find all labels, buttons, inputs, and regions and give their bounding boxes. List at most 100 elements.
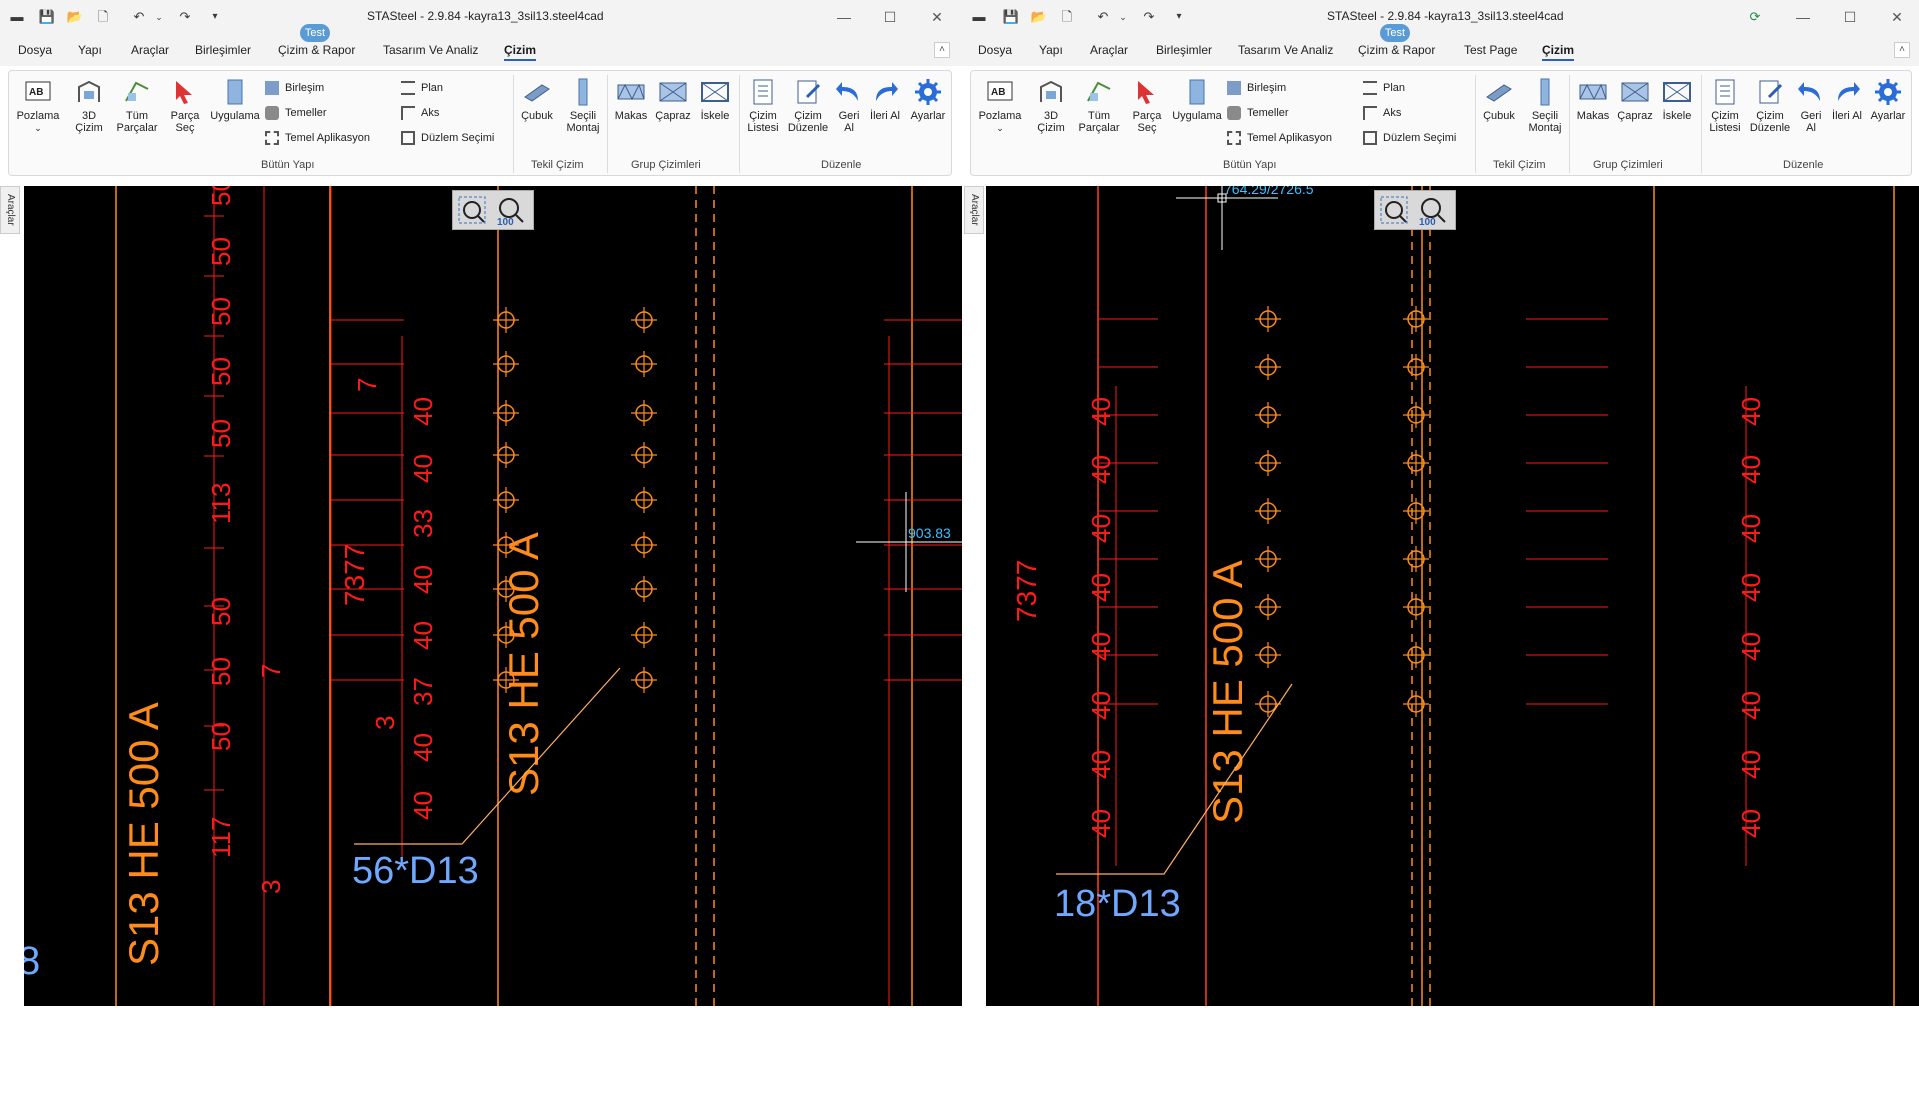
minimize-button[interactable]: —	[1792, 6, 1814, 28]
menu-araclar[interactable]: Araçlar	[131, 43, 169, 57]
plan-button[interactable]: Plan	[401, 81, 443, 95]
cubuk-button[interactable]: Çubuk	[1479, 77, 1519, 122]
close-button[interactable]: ✕	[1886, 6, 1908, 28]
ribbon-collapse-button[interactable]: ˄	[934, 42, 950, 58]
ileri-al-button[interactable]: İleri Al	[869, 77, 901, 122]
pozlama-button[interactable]: AB Pozlama ⌄	[973, 77, 1027, 134]
new-file-icon[interactable]: 🗋	[94, 8, 112, 26]
redo-icon[interactable]: ↷	[176, 8, 194, 26]
zoom-100-icon[interactable]	[499, 198, 519, 218]
menu-cizim[interactable]: Çizim	[1542, 43, 1575, 61]
3d-cizim-button[interactable]: 3D Çizim	[1031, 77, 1071, 134]
secili-montaj-button[interactable]: Seçili Montaj	[1523, 77, 1567, 134]
menu-cizim-rapor[interactable]: Çizim & Rapor	[1358, 43, 1435, 57]
ayarlar-button[interactable]: Ayarlar	[1867, 77, 1909, 122]
maximize-button[interactable]: ☐	[1839, 6, 1861, 28]
menu-tasarim-analiz[interactable]: Tasarım Ve Analiz	[1238, 43, 1333, 57]
group-label-butun-yapi: Bütün Yapı	[261, 159, 315, 171]
menu-tasarim-analiz[interactable]: Tasarım Ve Analiz	[383, 43, 478, 57]
menu-cizim-rapor[interactable]: Çizim & Rapor	[278, 43, 355, 57]
left-window: ▬ 💾 📂 🗋 ↶ ⌄ ↷ ▾ STASteel - 2.9.84 -kayra…	[0, 0, 962, 1006]
cubuk-button[interactable]: Çubuk	[517, 77, 557, 122]
menu-birlesimler[interactable]: Birleşimler	[195, 43, 251, 57]
redo-icon[interactable]: ↷	[1140, 8, 1158, 26]
customize-icon[interactable]: ▾	[206, 8, 224, 26]
geri-al-button[interactable]: Geri Al	[833, 77, 865, 134]
pozlama-button[interactable]: AB Pozlama ⌄	[11, 77, 65, 134]
dim-text: 50	[206, 357, 236, 386]
temel-aplikasyon-button[interactable]: Temel Aplikasyon	[1227, 131, 1332, 145]
3d-cizim-button[interactable]: 3D Çizim	[69, 77, 109, 134]
ribbon-collapse-button[interactable]: ˄	[1894, 42, 1910, 58]
birlesim-button[interactable]: Birleşim	[265, 81, 324, 95]
secili-montaj-button[interactable]: Seçili Montaj	[561, 77, 605, 134]
dim-text: 50	[206, 297, 236, 326]
uygulama-button[interactable]: Uygulama	[1169, 77, 1225, 122]
menu-bar: Dosya Yapı Araçlar Birleşimler Tasarım V…	[962, 34, 1919, 66]
open-folder-icon[interactable]: 📂	[66, 8, 84, 26]
geri-al-button[interactable]: Geri Al	[1795, 77, 1827, 134]
tools-side-tab[interactable]: Araçlar	[964, 186, 984, 234]
select-part-icon	[1138, 81, 1154, 104]
cizim-listesi-button[interactable]: Çizim Listesi	[1705, 77, 1745, 134]
drawing-canvas[interactable]: 50 50 50 50 50 113 50 50 50 117 7377 7 7…	[24, 186, 962, 1006]
cizim-listesi-button[interactable]: Çizim Listesi	[743, 77, 783, 134]
new-file-icon[interactable]: 🗋	[1058, 8, 1076, 26]
minimize-button[interactable]: —	[833, 6, 855, 28]
tum-parcalar-button[interactable]: Tüm Parçalar	[113, 77, 161, 134]
cizim-duzenle-button[interactable]: Çizim Düzenle	[785, 77, 831, 134]
capraz-button[interactable]: Çapraz	[653, 77, 693, 122]
app-menu-icon[interactable]: ▬	[970, 8, 988, 26]
dim-text: 40	[408, 397, 438, 426]
menu-dosya[interactable]: Dosya	[978, 43, 1012, 57]
capraz-button[interactable]: Çapraz	[1615, 77, 1655, 122]
customize-icon[interactable]: ▾	[1170, 8, 1188, 26]
gear-icon	[915, 79, 941, 105]
aks-button[interactable]: Aks	[1363, 106, 1401, 120]
menu-dosya[interactable]: Dosya	[18, 43, 52, 57]
zoom-window-icon[interactable]	[463, 201, 481, 219]
makas-button[interactable]: Makas	[1573, 77, 1613, 122]
undo-icon[interactable]: ↶	[1094, 8, 1112, 26]
maximize-button[interactable]: ☐	[879, 6, 901, 28]
uygulama-button[interactable]: Uygulama	[207, 77, 263, 122]
birlesim-button[interactable]: Birleşim	[1227, 81, 1286, 95]
makas-button[interactable]: Makas	[611, 77, 651, 122]
menu-yapi[interactable]: Yapı	[1039, 43, 1063, 57]
iskele-button[interactable]: İskele	[1657, 77, 1697, 122]
iskele-button[interactable]: İskele	[695, 77, 735, 122]
tools-side-tab[interactable]: Araçlar	[0, 186, 20, 234]
duzlem-secimi-button[interactable]: Düzlem Seçimi	[401, 131, 494, 145]
menu-cizim[interactable]: Çizim	[504, 43, 537, 61]
ileri-al-button[interactable]: İleri Al	[1831, 77, 1863, 122]
undo-dropdown-icon[interactable]: ⌄	[150, 8, 168, 26]
temeller-button[interactable]: Temeller	[265, 106, 327, 120]
drawing-canvas[interactable]: 40 40 40 40 40 40 40 40 40 40 40 40 40 4…	[986, 186, 1919, 1006]
close-button[interactable]: ✕	[926, 6, 948, 28]
menu-araclar[interactable]: Araçlar	[1090, 43, 1128, 57]
undo-dropdown-icon[interactable]: ⌄	[1114, 8, 1132, 26]
save-icon[interactable]: 💾	[1002, 8, 1020, 26]
save-icon[interactable]: 💾	[38, 8, 56, 26]
ayarlar-button[interactable]: Ayarlar	[907, 77, 949, 122]
sync-icon[interactable]: ⟳	[1746, 8, 1764, 26]
menu-test-page[interactable]: Test Page	[1464, 43, 1517, 57]
bracing-icon	[659, 82, 687, 102]
tum-parcalar-button[interactable]: Tüm Parçalar	[1075, 77, 1123, 134]
undo-icon[interactable]: ↶	[130, 8, 148, 26]
zoom-window-icon[interactable]	[1385, 201, 1403, 219]
dim-text: 40	[1736, 750, 1766, 779]
cizim-duzenle-button[interactable]: Çizim Düzenle	[1747, 77, 1793, 134]
temeller-button[interactable]: Temeller	[1227, 106, 1289, 120]
menu-birlesimler[interactable]: Birleşimler	[1156, 43, 1212, 57]
open-folder-icon[interactable]: 📂	[1030, 8, 1048, 26]
duzlem-secimi-button[interactable]: Düzlem Seçimi	[1363, 131, 1456, 145]
parca-sec-button[interactable]: Parça Seç	[1127, 77, 1167, 134]
menu-yapi[interactable]: Yapı	[78, 43, 102, 57]
parca-sec-button[interactable]: Parça Seç	[165, 77, 205, 134]
temel-aplikasyon-button[interactable]: Temel Aplikasyon	[265, 131, 370, 145]
plan-button[interactable]: Plan	[1363, 81, 1405, 95]
aks-button[interactable]: Aks	[401, 106, 439, 120]
app-menu-icon[interactable]: ▬	[8, 8, 26, 26]
zoom-100-icon[interactable]	[1421, 198, 1441, 218]
